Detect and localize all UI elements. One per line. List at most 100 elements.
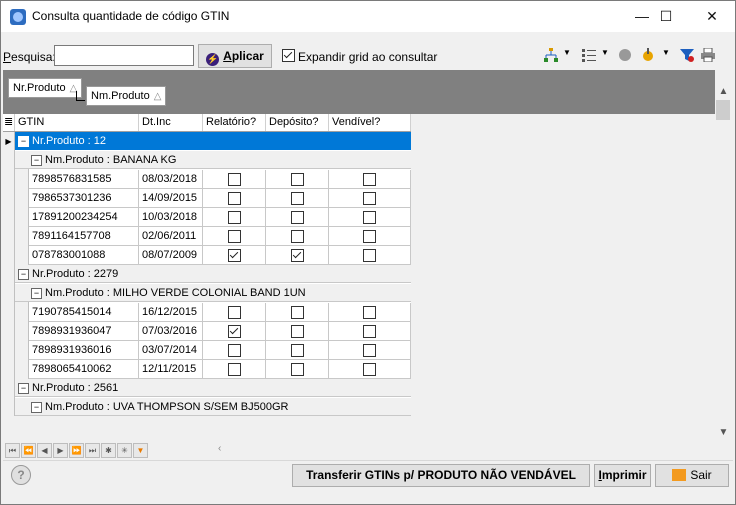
maximize-button[interactable]: ☐ [643,1,689,32]
group-row[interactable]: − Nr.Produto : 2561 [3,379,411,398]
checkbox-icon[interactable] [363,325,376,338]
checkbox-icon[interactable] [227,344,241,357]
header-vendivel[interactable]: Vendível? [329,114,411,131]
expand-grid-checkbox[interactable]: Expandir grid ao consultar [282,49,437,65]
checkbox-icon[interactable] [227,211,241,224]
cell-ven [329,208,411,227]
scroll-up-icon[interactable]: ▲ [715,83,732,100]
header-gtin[interactable]: GTIN [15,114,139,131]
checkbox-icon[interactable] [363,249,376,262]
subgroup-row[interactable]: − Nm.Produto : UVA THOMPSON S/SEM BJ500GR [3,398,411,416]
vertical-scrollbar[interactable]: ▲ ▼ [715,83,732,441]
row-indicator [3,341,15,360]
checkbox-icon[interactable] [227,192,241,205]
table-row[interactable]: 7891164157708 02/06/2011 [3,227,411,246]
nav-next-page-icon[interactable]: ⏩ [69,443,84,458]
subgroup-row[interactable]: − Nm.Produto : BANANA KG [3,151,411,170]
transfer-gtins-button[interactable]: Transferir GTINs p/ PRODUTO NÃO VENDÁVEL [292,464,590,487]
nav-filter-icon[interactable]: ▼ [133,443,148,458]
footer-divider [3,460,733,461]
checkbox-icon[interactable] [227,325,241,338]
table-row[interactable]: 078783001088 08/07/2009 [3,246,411,265]
table-row[interactable]: 7190785415014 16/12/2015 [3,303,411,322]
dropdown-arrow-icon[interactable]: ▼ [601,48,609,57]
table-row[interactable]: 7898065410062 12/11/2015 [3,360,411,379]
checkbox-icon[interactable] [290,192,304,205]
print-button[interactable]: Imprimir [594,464,651,487]
close-button[interactable]: ✕ [689,1,735,32]
checkbox-icon[interactable] [290,325,304,338]
table-row[interactable]: 7898931936016 03/07/2014 [3,341,411,360]
collapse-icon[interactable]: − [31,155,42,166]
row-indicator [3,360,15,379]
checkbox-icon[interactable] [363,306,376,319]
nav-insert-icon[interactable]: ✱ [101,443,116,458]
circle-icon[interactable] [618,48,632,62]
group-label: Nr.Produto : 12 [32,135,106,147]
hscroll-left-icon[interactable]: ‹ [218,443,221,454]
dropdown-arrow-icon[interactable]: ▼ [662,48,670,57]
nav-next-icon[interactable]: ▶ [53,443,68,458]
subgroup-row[interactable]: − Nm.Produto : MILHO VERDE COLONIAL BAND … [3,284,411,303]
collapse-icon[interactable]: − [18,383,29,394]
help-icon[interactable]: ? [11,465,31,485]
checkbox-icon[interactable] [227,363,241,376]
scroll-down-icon[interactable]: ▼ [715,424,732,441]
table-row[interactable]: 7986537301236 14/09/2015 [3,189,411,208]
checkbox-icon[interactable] [227,173,241,186]
column-chooser-icon[interactable]: ≣ [3,114,15,131]
printer-icon[interactable] [701,48,715,62]
checkbox-icon[interactable] [227,249,241,262]
collapse-icon[interactable]: − [31,288,42,299]
list-settings-icon[interactable] [582,48,596,62]
filter-icon[interactable] [680,48,694,62]
header-relatorio[interactable]: Relatório? [203,114,266,131]
search-input[interactable] [54,45,194,66]
checkbox-icon[interactable] [290,344,304,357]
checkbox-icon[interactable] [290,249,304,262]
checkbox-icon[interactable] [363,211,376,224]
table-row[interactable]: 7898931936047 07/03/2016 [3,322,411,341]
checkbox-icon[interactable] [290,363,304,376]
hierarchy-icon[interactable] [544,48,558,62]
group-by-nr-produto[interactable]: Nr.Produto △ [8,78,83,98]
checkbox-icon[interactable] [290,230,304,243]
group-header-nm-produto[interactable]: − Nm.Produto : MILHO VERDE COLONIAL BAND … [15,284,411,302]
row-indicator [3,246,15,265]
checkbox-icon[interactable] [363,363,376,376]
collapse-icon[interactable]: − [18,269,29,280]
collapse-icon[interactable]: − [31,402,42,413]
apply-button[interactable]: ⚡ Aplicar [198,44,272,68]
checkbox-icon[interactable] [363,192,376,205]
nav-delete-icon[interactable]: ✳ [117,443,132,458]
header-deposito[interactable]: Depósito? [266,114,329,131]
checkbox-icon[interactable] [363,173,376,186]
checkbox-icon[interactable] [290,306,304,319]
nav-first-icon[interactable]: ⏮ [5,443,20,458]
collapse-icon[interactable]: − [18,136,29,147]
dropdown-arrow-icon[interactable]: ▼ [563,48,571,57]
group-row[interactable]: − Nr.Produto : 2279 [3,265,411,284]
checkbox-icon[interactable] [290,173,304,186]
nav-prev-page-icon[interactable]: ⏪ [21,443,36,458]
checkbox-icon[interactable] [363,344,376,357]
group-header-nr-produto[interactable]: − Nr.Produto : 12 [15,132,411,150]
group-header-nm-produto[interactable]: − Nm.Produto : BANANA KG [15,151,411,169]
table-row[interactable]: 7898576831585 08/03/2018 [3,170,411,189]
group-row[interactable]: ▶ − Nr.Produto : 12 [3,132,411,151]
checkbox-icon[interactable] [227,230,241,243]
group-header-nr-produto[interactable]: − Nr.Produto : 2561 [15,379,411,397]
group-header-nr-produto[interactable]: − Nr.Produto : 2279 [15,265,411,283]
group-header-nm-produto[interactable]: − Nm.Produto : UVA THOMPSON S/SEM BJ500GR [15,398,411,416]
pointer-icon[interactable] [641,48,655,62]
nav-last-icon[interactable]: ⏭ [85,443,100,458]
nav-prev-icon[interactable]: ◀ [37,443,52,458]
scroll-thumb[interactable] [716,100,730,120]
group-by-nm-produto[interactable]: Nm.Produto △ [86,86,167,106]
exit-button[interactable]: Sair [655,464,729,487]
checkbox-icon[interactable] [227,306,241,319]
header-dt-inc[interactable]: Dt.Inc [139,114,203,131]
table-row[interactable]: 17891200234254 10/03/2018 [3,208,411,227]
checkbox-icon[interactable] [363,230,376,243]
checkbox-icon[interactable] [290,211,304,224]
